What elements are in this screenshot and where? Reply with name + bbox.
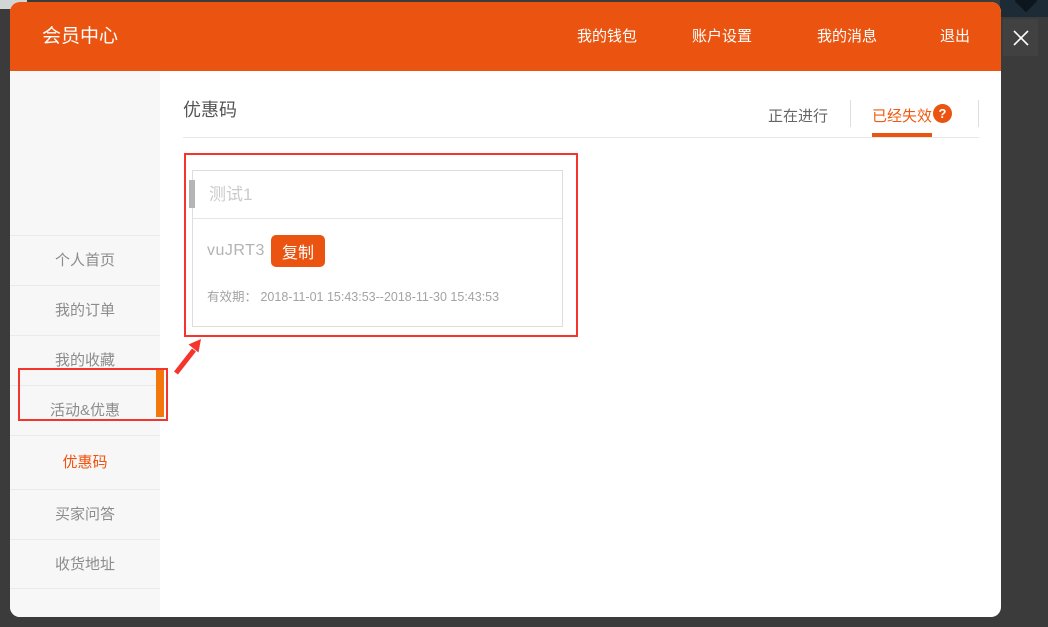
page-title: 优惠码 <box>183 96 237 122</box>
modal-header: 会员中心 我的钱包 账户设置 我的消息 退出 <box>10 2 1001 71</box>
coupon-card-header: 测试1 <box>193 171 562 219</box>
annotation-box-coupon-card: 测试1 vuJRT3 复制 有效期： 2018-11-01 15:43:53--… <box>184 153 578 337</box>
tabs-divider-line <box>183 137 979 138</box>
member-center-title: 会员中心 <box>42 2 118 71</box>
sidebar-item-personal-home[interactable]: 个人首页 <box>10 235 160 285</box>
coupon-title-marker <box>189 180 195 208</box>
tab-in-progress[interactable]: 正在进行 <box>768 105 828 126</box>
nav-my-wallet[interactable]: 我的钱包 <box>577 2 637 71</box>
nav-logout[interactable]: 退出 <box>940 2 970 71</box>
sidebar-item-shipping-address[interactable]: 收货地址 <box>10 539 160 589</box>
background-page-header-fragment <box>1000 0 1048 17</box>
sidebar-item-my-favorites[interactable]: 我的收藏 <box>10 335 160 385</box>
member-center-modal: 会员中心 我的钱包 账户设置 我的消息 退出 个人首页 我的订单 我的收藏 活动… <box>10 2 1001 617</box>
help-icon[interactable]: ? <box>933 104 952 123</box>
active-item-indicator-bar <box>156 370 164 417</box>
coupon-code-value: vuJRT3 <box>207 235 265 267</box>
coupon-name: 测试1 <box>209 171 252 219</box>
background-logo-fragment <box>1015 0 1038 12</box>
nav-account-settings[interactable]: 账户设置 <box>692 2 752 71</box>
copy-button[interactable]: 复制 <box>271 235 325 267</box>
sidebar: 个人首页 我的订单 我的收藏 活动&优惠 优惠码 买家问答 收货地址 <box>10 71 160 617</box>
sidebar-item-my-orders[interactable]: 我的订单 <box>10 285 160 335</box>
annotation-arrow <box>168 335 214 381</box>
nav-my-messages[interactable]: 我的消息 <box>817 2 877 71</box>
sidebar-item-activities-deals[interactable]: 活动&优惠 <box>10 385 160 435</box>
tab-divider <box>978 100 979 127</box>
tab-divider <box>850 100 851 127</box>
coupon-card: 测试1 vuJRT3 复制 有效期： 2018-11-01 15:43:53--… <box>192 170 563 327</box>
coupon-validity-text: 有效期： 2018-11-01 15:43:53--2018-11-30 15:… <box>207 286 499 305</box>
sidebar-item-buyer-qa[interactable]: 买家问答 <box>10 489 160 539</box>
tab-expired[interactable]: 已经失效 <box>872 105 932 126</box>
close-icon <box>1012 29 1030 47</box>
close-button[interactable] <box>1003 19 1038 56</box>
sidebar-item-coupon-code[interactable]: 优惠码 <box>10 435 160 489</box>
screen-backdrop: 会员中心 我的钱包 账户设置 我的消息 退出 个人首页 我的订单 我的收藏 活动… <box>0 0 1048 627</box>
